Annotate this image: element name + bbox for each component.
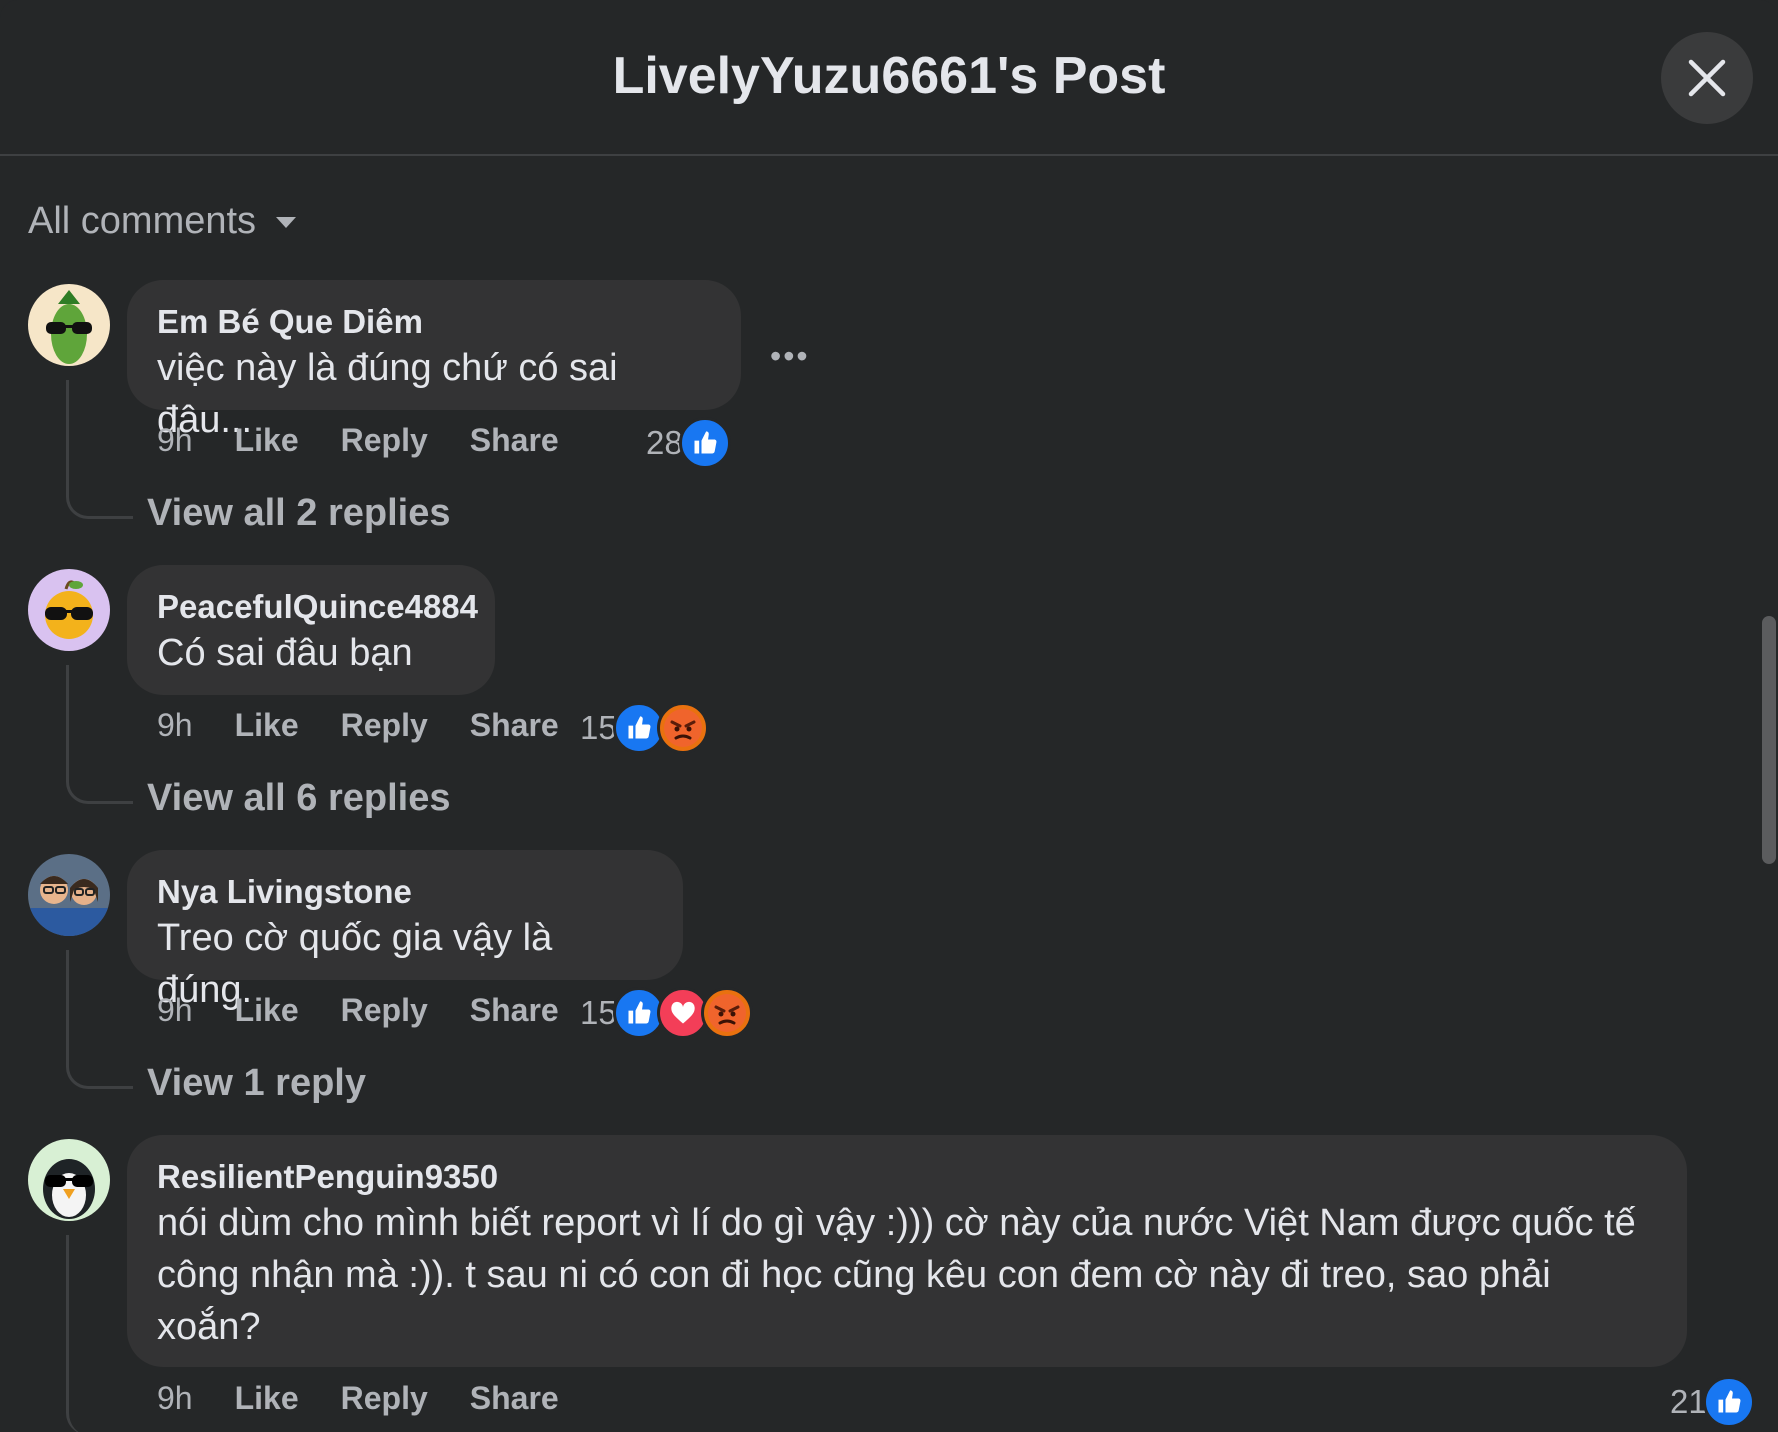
share-button[interactable]: Share — [470, 707, 559, 744]
comment-bubble: Em Bé Que Diêm việc này là đúng chứ có s… — [127, 280, 741, 441]
reply-button[interactable]: Reply — [341, 1380, 428, 1417]
reaction-count: 28 — [646, 424, 683, 461]
reaction-count: 15 — [580, 709, 617, 746]
comment-actions: 9h Like Reply Share — [157, 992, 559, 1029]
caret-down-icon — [276, 216, 297, 228]
comment-bubble: Nya Livingstone Treo cờ quốc gia vậy là … — [127, 850, 683, 1011]
like-button[interactable]: Like — [235, 707, 299, 744]
avatar[interactable] — [28, 854, 110, 936]
comment-time[interactable]: 9h — [157, 992, 193, 1029]
thread-line — [66, 380, 133, 519]
thread-line — [66, 1235, 133, 1432]
comment-actions: 9h Like Reply Share — [157, 707, 559, 744]
comment-filter-dropdown[interactable]: All comments — [28, 200, 298, 243]
like-button[interactable]: Like — [235, 1380, 299, 1417]
comment-text-line: xoắn? — [157, 1306, 261, 1348]
reaction-count: 21 — [1670, 1383, 1707, 1420]
reply-button[interactable]: Reply — [341, 422, 428, 459]
share-button[interactable]: Share — [470, 422, 559, 459]
more-options-button[interactable]: ••• — [770, 338, 810, 375]
avatar-image — [28, 569, 110, 651]
comment-time[interactable]: 9h — [157, 707, 193, 744]
view-replies-link[interactable]: View all 6 replies — [147, 777, 450, 820]
post-dialog: LivelyYuzu6661's Post All comments Em Bé… — [0, 0, 1778, 1432]
thread-line — [66, 665, 133, 804]
comment-actions: 9h Like Reply Share — [157, 1380, 559, 1417]
view-replies-link[interactable]: View all 2 replies — [147, 492, 450, 535]
reaction-summary[interactable]: 28 — [646, 417, 731, 469]
angry-reaction-icon — [700, 987, 753, 1039]
close-icon — [1688, 59, 1726, 97]
angry-reaction-icon — [656, 702, 709, 754]
comment-actions: 9h Like Reply Share — [157, 422, 559, 459]
scrollbar-thumb[interactable] — [1762, 616, 1776, 864]
like-reaction-icon — [678, 417, 731, 469]
comment-text-line: nói dùm cho mình biết report vì lí do gì… — [157, 1202, 1636, 1244]
reaction-count: 15 — [580, 994, 617, 1031]
comment-text: Có sai đâu bạn — [157, 632, 413, 674]
avatar-image — [28, 854, 110, 936]
comment-author[interactable]: Nya Livingstone — [157, 872, 653, 912]
share-button[interactable]: Share — [470, 992, 559, 1029]
comment-time[interactable]: 9h — [157, 1380, 193, 1417]
reaction-summary[interactable]: 15 — [580, 702, 709, 754]
avatar[interactable] — [28, 569, 110, 651]
like-button[interactable]: Like — [235, 422, 299, 459]
avatar[interactable] — [28, 1139, 110, 1221]
avatar-image — [28, 1139, 110, 1221]
thread-line — [66, 950, 133, 1089]
view-replies-link[interactable]: View 1 reply — [147, 1062, 366, 1105]
reply-button[interactable]: Reply — [341, 707, 428, 744]
avatar[interactable] — [28, 284, 110, 366]
comment-text-line: công nhận mà :)). t sau ni có con đi học… — [157, 1254, 1551, 1296]
comment-bubble: ResilientPenguin9350 nói dùm cho mình bi… — [127, 1135, 1687, 1367]
share-button[interactable]: Share — [470, 1380, 559, 1417]
reply-button[interactable]: Reply — [341, 992, 428, 1029]
comment-author[interactable]: Em Bé Que Diêm — [157, 302, 711, 342]
dialog-header: LivelyYuzu6661's Post — [0, 0, 1778, 156]
reaction-summary[interactable]: 15 — [580, 987, 753, 1039]
like-button[interactable]: Like — [235, 992, 299, 1029]
comment-author[interactable]: PeacefulQuince4884 — [157, 587, 478, 627]
comment-filter-label: All comments — [28, 200, 257, 242]
comment-time[interactable]: 9h — [157, 422, 193, 459]
more-dots-icon: ••• — [770, 338, 810, 374]
avatar-image — [28, 284, 110, 366]
dialog-title: LivelyYuzu6661's Post — [612, 47, 1166, 105]
close-button[interactable] — [1661, 32, 1753, 124]
comment-bubble: PeacefulQuince4884 Có sai đâu bạn — [127, 565, 495, 695]
like-reaction-icon — [1702, 1376, 1755, 1428]
comment-author[interactable]: ResilientPenguin9350 — [157, 1157, 1657, 1197]
reaction-summary[interactable]: 21 — [1670, 1376, 1755, 1428]
